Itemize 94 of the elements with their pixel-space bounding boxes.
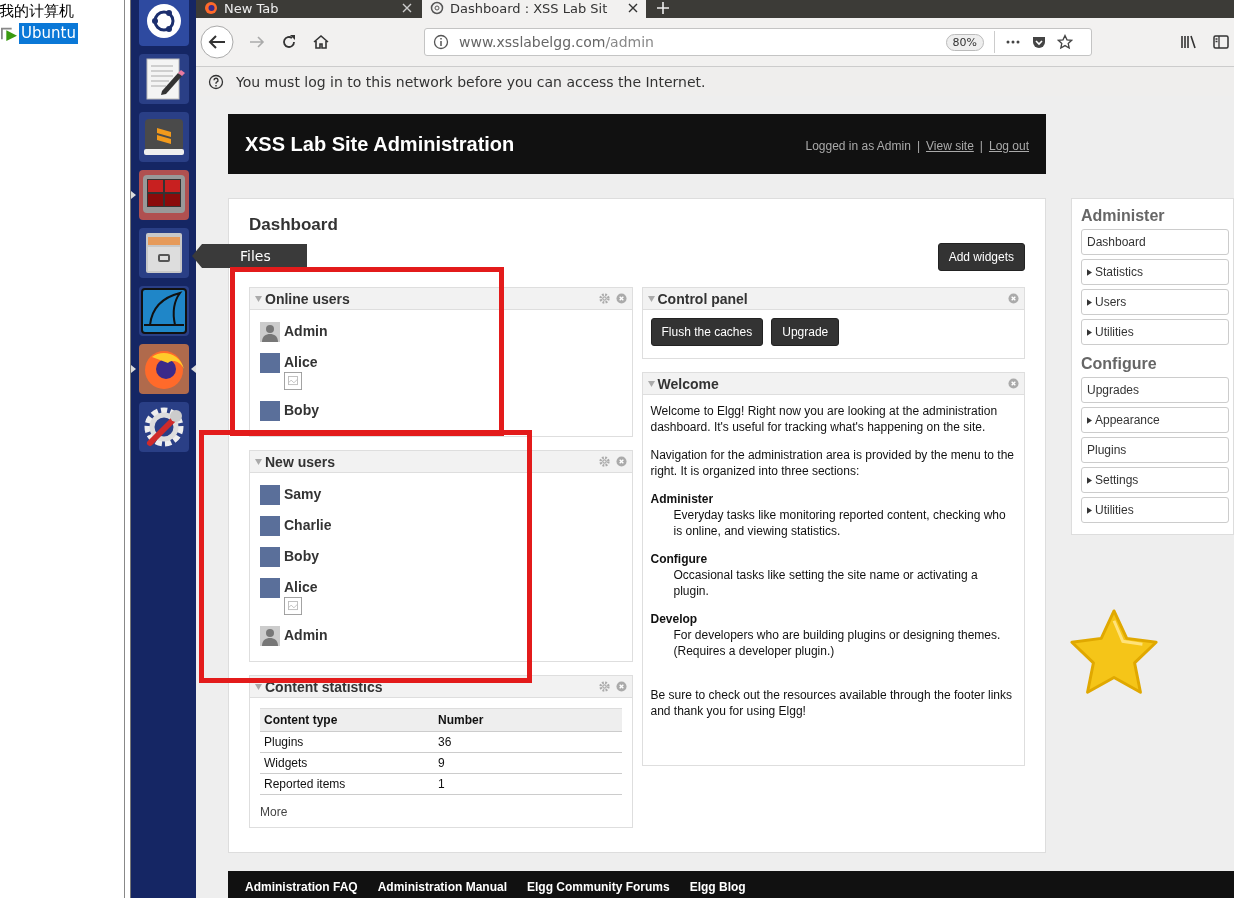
widget-title: Online users	[265, 290, 351, 307]
collapse-triangle-icon[interactable]	[255, 683, 262, 690]
table-cell: 1	[434, 773, 622, 795]
control-button[interactable]: Upgrade	[771, 318, 840, 346]
text-editor-icon[interactable]	[137, 53, 190, 105]
help-icon	[208, 73, 224, 90]
user-name-link[interactable]: Boby	[284, 547, 319, 565]
sidebar-item[interactable]: Settings	[1081, 467, 1229, 493]
footer-link[interactable]: Elgg Community Forums	[527, 880, 670, 898]
add-widgets-button[interactable]: Add widgets	[937, 243, 1025, 271]
settings-icon[interactable]	[598, 293, 610, 304]
sidebar-item[interactable]: Users	[1081, 289, 1229, 315]
desktop-item-label[interactable]: Ubuntu	[19, 22, 78, 44]
avatar-silhouette-icon[interactable]	[260, 322, 280, 342]
widget-title: Welcome	[657, 375, 720, 392]
separator: |	[979, 139, 983, 153]
table-cell: 36	[434, 731, 622, 753]
welcome-paragraph: Welcome to Elgg! Right now you are looking at the administration dashboard. It's useful for tracking what's happening on the site.	[650, 403, 999, 435]
file-cabinet-icon[interactable]	[137, 227, 190, 279]
captive-portal-notice: You must log in to this network before you can access the Internet.	[236, 73, 706, 90]
dark-box-icon[interactable]	[137, 111, 190, 163]
column-header: Number	[434, 708, 622, 732]
browser-tab[interactable]: New Tab	[196, 0, 420, 18]
widget-title: Content statistics	[265, 678, 384, 695]
user-name-link[interactable]: Alice	[284, 353, 318, 371]
table-cell: Widgets	[260, 752, 434, 774]
browser-tab[interactable]: Dashboard : XSS Lab Sit	[422, 0, 646, 18]
gear-wrench-icon[interactable]	[137, 401, 190, 453]
globe-icon	[430, 1, 444, 15]
collapse-triangle-icon[interactable]	[647, 380, 655, 387]
sidebar-item[interactable]: Statistics	[1081, 259, 1229, 285]
reload-icon[interactable]	[280, 33, 298, 51]
sidebar-heading: Configure	[1081, 355, 1158, 373]
avatar-silhouette-icon[interactable]	[260, 626, 280, 646]
welcome-paragraph: Be sure to check out the resources available through the footer links and thank you for using Elgg!	[650, 687, 1014, 719]
widget-title: New users	[265, 453, 337, 470]
section-description: For developers who are building plugins or designing themes. (Requires a developer plugin.)	[672, 627, 1002, 659]
sidebar-item[interactable]: Utilities	[1081, 497, 1229, 523]
separator: |	[916, 139, 920, 153]
header-link[interactable]: View site	[926, 139, 974, 153]
section-term: Administer	[650, 491, 715, 507]
section-description: Everyday tasks like monitoring reported content, checking who is online, and viewing statistics.	[672, 507, 1007, 539]
control-button[interactable]: Flush the caches	[650, 318, 764, 346]
page-title: Dashboard	[249, 215, 339, 235]
library-icon[interactable]	[1180, 33, 1198, 51]
more-link[interactable]: More	[260, 805, 622, 819]
footer-link[interactable]: Elgg Blog	[689, 880, 746, 898]
url-path: /admin	[605, 34, 654, 50]
sidebar-icon[interactable]	[1212, 33, 1230, 51]
widget-title: Control panel	[657, 290, 749, 307]
table-cell: Plugins	[260, 731, 434, 753]
user-name-link[interactable]: Alice	[284, 578, 318, 596]
terminal-grid-icon[interactable]	[137, 169, 190, 221]
site-title: XSS Lab Site Administration	[245, 132, 515, 156]
table-cell: 9	[434, 752, 622, 774]
launcher-tooltip: Files	[192, 244, 307, 268]
user-name-link[interactable]: Charlie	[284, 516, 332, 534]
sidebar-item[interactable]: Plugins	[1081, 437, 1229, 463]
welcome-paragraph: Navigation for the administration area is provided by the menu to the right. It is organized into three sections:	[650, 447, 1016, 479]
footer-link[interactable]: Administration Manual	[377, 880, 507, 898]
home-icon[interactable]	[312, 33, 330, 51]
address-bar[interactable]: www.xsslabelgg.com/admin 80%	[424, 28, 1092, 56]
collapse-triangle-icon[interactable]	[647, 295, 655, 302]
collapse-triangle-icon[interactable]	[255, 295, 262, 302]
url-host: www.xsslabelgg.com	[459, 34, 606, 50]
column-header: Content type	[260, 708, 434, 732]
fox-globe-icon	[204, 1, 218, 15]
sidebar-item[interactable]: Dashboard	[1081, 229, 1229, 255]
section-term: Configure	[650, 551, 709, 567]
user-name-link[interactable]: Samy	[284, 485, 322, 503]
pocket-icon[interactable]	[1031, 34, 1047, 50]
section-term: Develop	[650, 611, 699, 627]
sidebar-item[interactable]: Utilities	[1081, 319, 1229, 345]
sidebar-heading: Administer	[1081, 207, 1166, 225]
settings-icon[interactable]	[598, 681, 610, 692]
collapse-triangle-icon[interactable]	[255, 458, 262, 465]
footer-link[interactable]: Administration FAQ	[245, 880, 358, 898]
sidebar-item[interactable]: Appearance	[1081, 407, 1229, 433]
sidebar-item[interactable]: Upgrades	[1081, 377, 1229, 403]
fox-globe-icon[interactable]	[137, 343, 190, 395]
login-status: Logged in as Admin	[805, 139, 911, 153]
section-description: Occasional tasks like setting the site name or activating a plugin.	[672, 567, 979, 599]
close-icon[interactable]	[628, 3, 638, 13]
new-tab-icon[interactable]	[656, 1, 670, 15]
info-icon	[433, 34, 449, 50]
table-cell: Reported items	[260, 773, 434, 795]
zoom-level[interactable]: 80%	[945, 33, 984, 51]
user-name-link[interactable]: Admin	[284, 626, 328, 644]
header-link[interactable]: Log out	[988, 139, 1029, 153]
settings-icon[interactable]	[598, 456, 610, 467]
user-name-link[interactable]: Boby	[284, 401, 319, 419]
bookmark-star-icon[interactable]	[1057, 34, 1073, 50]
user-name-link[interactable]: Admin	[284, 322, 328, 340]
shark-fin-icon[interactable]	[137, 285, 190, 337]
